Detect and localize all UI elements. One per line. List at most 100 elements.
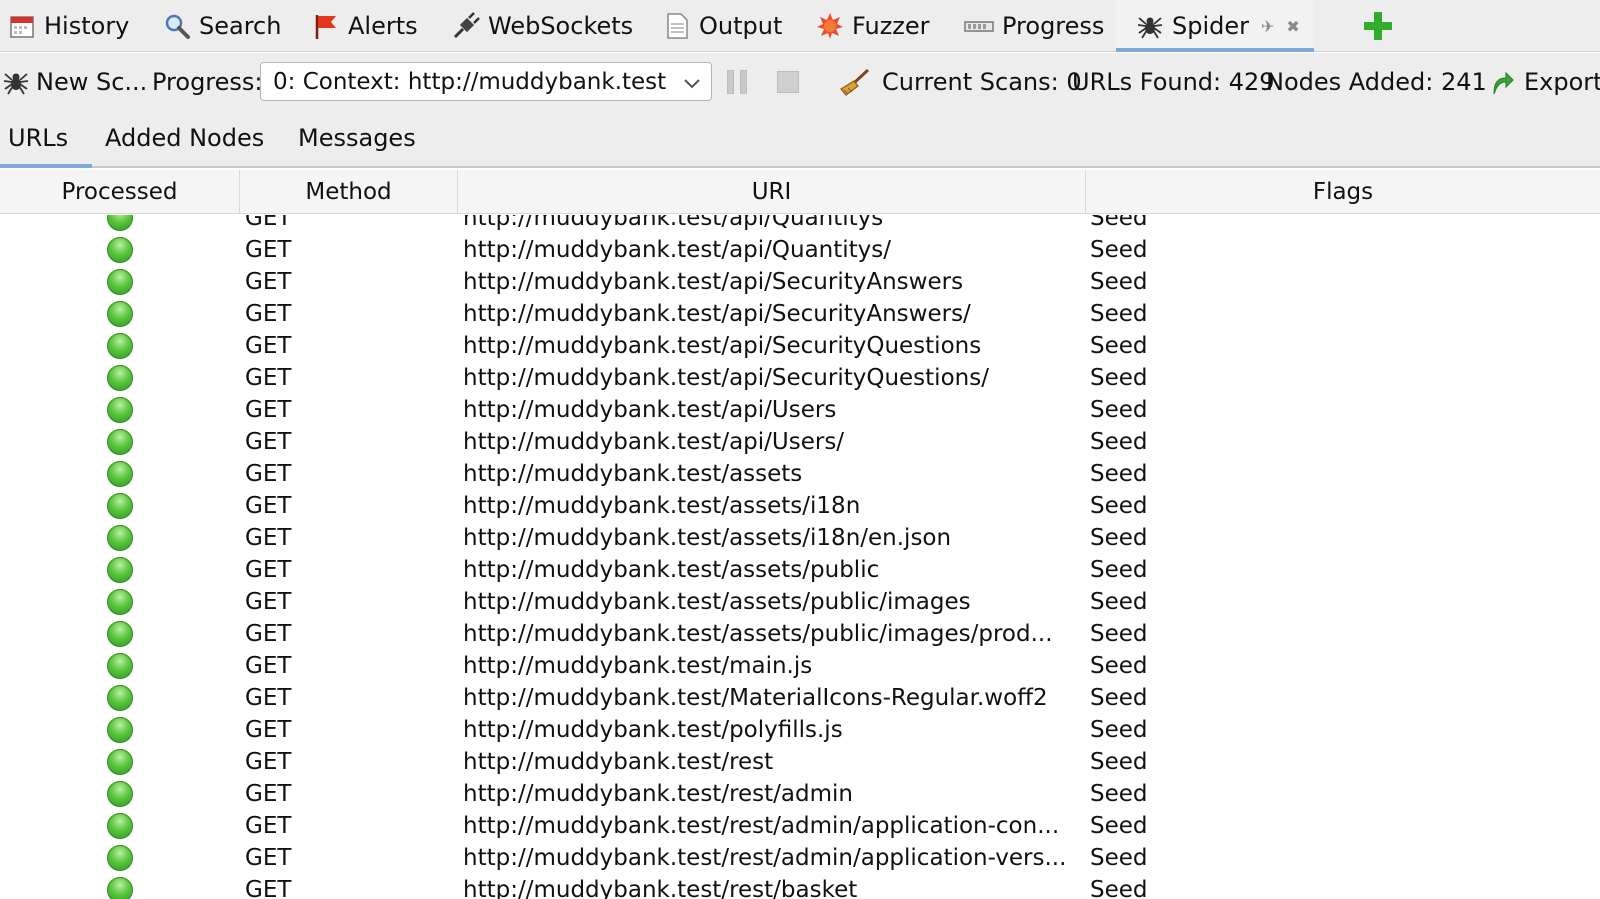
tab-alerts[interactable]: Alerts [312, 0, 418, 52]
processed-status-icon [107, 653, 133, 679]
table-row[interactable]: GET http://muddybank.test/rest Seed [0, 746, 1600, 778]
processed-status-icon [107, 845, 133, 871]
processed-cell [0, 778, 240, 810]
uri-cell: http://muddybank.test/rest/admin [463, 781, 853, 807]
uri-cell: http://muddybank.test/api/Quantitys [463, 215, 884, 231]
column-header-flags[interactable]: Flags [1086, 170, 1600, 214]
tab-websockets[interactable]: WebSockets [452, 0, 633, 52]
method-cell: GET [245, 215, 292, 231]
progress-icon [964, 12, 994, 40]
processed-cell [0, 650, 240, 682]
table-row[interactable]: GET http://muddybank.test/assets/i18n Seed [0, 490, 1600, 522]
subtab-added-nodes[interactable]: Added Nodes [105, 110, 264, 166]
table-row[interactable]: GET http://muddybank.test/rest/admin Seed [0, 778, 1600, 810]
subtab-urls[interactable]: URLs [0, 110, 93, 168]
nodes-added-count: Nodes Added: 241 [1266, 67, 1487, 96]
subtab-label: Messages [298, 124, 416, 152]
flags-cell: Seed [1090, 717, 1148, 743]
processed-status-icon [107, 333, 133, 359]
table-row[interactable]: GET http://muddybank.test/api/Quantitys/S… [0, 234, 1600, 266]
tab-progress[interactable]: Progress [964, 0, 1104, 52]
uri-cell: http://muddybank.test/rest/basket [463, 877, 858, 899]
processed-cell [0, 874, 240, 899]
processed-status-icon [107, 301, 133, 327]
flags-cell: Seed [1090, 215, 1148, 231]
method-cell: GET [245, 653, 292, 679]
column-header-uri[interactable]: URI [458, 170, 1086, 214]
method-cell: GET [245, 877, 292, 899]
table-row[interactable]: GET http://muddybank.test/assets/public/i… [0, 618, 1600, 650]
flags-cell: Seed [1090, 461, 1148, 487]
method-cell: GET [245, 301, 292, 327]
table-row[interactable]: GET http://muddybank.test/api/SecurityQue… [0, 362, 1600, 394]
export-button[interactable]: Export [1490, 53, 1600, 110]
uri-cell: http://muddybank.test/assets/i18n/en.jso… [463, 525, 952, 551]
flags-cell: Seed [1090, 845, 1148, 871]
tab-history[interactable]: History [8, 0, 129, 52]
table-row[interactable]: GET http://muddybank.test/rest/admin/appl… [0, 842, 1600, 874]
subtab-messages[interactable]: Messages [298, 110, 416, 166]
table-row[interactable]: GET http://muddybank.test/assets/public/i… [0, 586, 1600, 618]
uri-cell: http://muddybank.test/api/SecurityQuesti… [463, 365, 989, 391]
method-cell: GET [245, 333, 292, 359]
method-cell: GET [245, 589, 292, 615]
method-cell: GET [245, 749, 292, 775]
uri-cell: http://muddybank.test/assets/public [463, 557, 880, 583]
uri-cell: http://muddybank.test/polyfills.js [463, 717, 843, 743]
table-row[interactable]: GET http://muddybank.test/rest/admin/appl… [0, 810, 1600, 842]
processed-cell [0, 426, 240, 458]
table-row[interactable]: GET http://muddybank.test/api/SecurityQue… [0, 330, 1600, 362]
uri-cell: http://muddybank.test/api/Users [463, 397, 837, 423]
method-cell: GET [245, 397, 292, 423]
uri-cell: http://muddybank.test/api/SecurityAnswer… [463, 301, 971, 327]
column-header-processed[interactable]: Processed [0, 170, 240, 214]
new-scan-button[interactable]: New Sc... [2, 53, 147, 110]
processed-status-icon [107, 813, 133, 839]
plug-icon [452, 12, 480, 40]
table-row[interactable]: GET http://muddybank.test/api/Quantitys Se… [0, 215, 1600, 234]
processed-status-icon [107, 397, 133, 423]
tab-search[interactable]: Search [163, 0, 281, 52]
pause-bar [727, 70, 734, 94]
table-row[interactable]: GET http://muddybank.test/main.js Seed [0, 650, 1600, 682]
uri-cell: http://muddybank.test/assets [463, 461, 803, 487]
tab-label: Output [699, 12, 783, 40]
table-row[interactable]: GET http://muddybank.test/assets Seed [0, 458, 1600, 490]
table-row[interactable]: GET http://muddybank.test/rest/basket Seed [0, 874, 1600, 899]
table-row[interactable]: GET http://muddybank.test/MaterialIcons-R… [0, 682, 1600, 714]
burst-icon [816, 12, 844, 40]
context-select[interactable]: 0: Context: http://muddybank.test [260, 62, 712, 101]
uri-cell: http://muddybank.test/api/SecurityQuesti… [463, 333, 982, 359]
table-row[interactable]: GET http://muddybank.test/assets/i18n/en.… [0, 522, 1600, 554]
tab-fuzzer[interactable]: Fuzzer [816, 0, 930, 52]
table-row[interactable]: GET http://muddybank.test/api/SecurityAns… [0, 266, 1600, 298]
table-row[interactable]: GET http://muddybank.test/assets/public Se… [0, 554, 1600, 586]
uri-cell: http://muddybank.test/assets/public/imag… [463, 621, 1053, 647]
export-arrow-icon [1490, 68, 1514, 96]
urls-table[interactable]: GET http://muddybank.test/api/Quantitys Se… [0, 215, 1600, 899]
processed-status-icon [107, 365, 133, 391]
tab-spider[interactable]: Spider ✈ ✖ [1116, 0, 1314, 52]
close-icon[interactable]: ✖ [1286, 17, 1299, 36]
tab-output[interactable]: Output [663, 0, 782, 52]
new-scan-label: New Sc... [36, 67, 148, 96]
column-header-method[interactable]: Method [240, 170, 458, 214]
pause-button[interactable] [727, 70, 749, 94]
table-row[interactable]: GET http://muddybank.test/api/SecurityAns… [0, 298, 1600, 330]
flags-cell: Seed [1090, 493, 1148, 519]
processed-cell [0, 458, 240, 490]
method-cell: GET [245, 781, 292, 807]
uri-cell: http://muddybank.test/rest/admin/applica… [463, 845, 1067, 871]
clean-scans-button[interactable] [838, 53, 872, 110]
tab-label: History [44, 12, 130, 40]
results-subtabs: URLs Added Nodes Messages [0, 110, 1600, 168]
table-row[interactable]: GET http://muddybank.test/api/Users/Seed [0, 426, 1600, 458]
tab-label: Spider [1172, 12, 1250, 40]
flags-cell: Seed [1090, 589, 1148, 615]
add-tab-icon[interactable] [1360, 8, 1396, 44]
processed-cell [0, 298, 240, 330]
table-row[interactable]: GET http://muddybank.test/polyfills.js See… [0, 714, 1600, 746]
stop-button[interactable] [777, 71, 799, 93]
table-row[interactable]: GET http://muddybank.test/api/Users Seed [0, 394, 1600, 426]
pin-icon[interactable]: ✈ [1261, 17, 1274, 36]
